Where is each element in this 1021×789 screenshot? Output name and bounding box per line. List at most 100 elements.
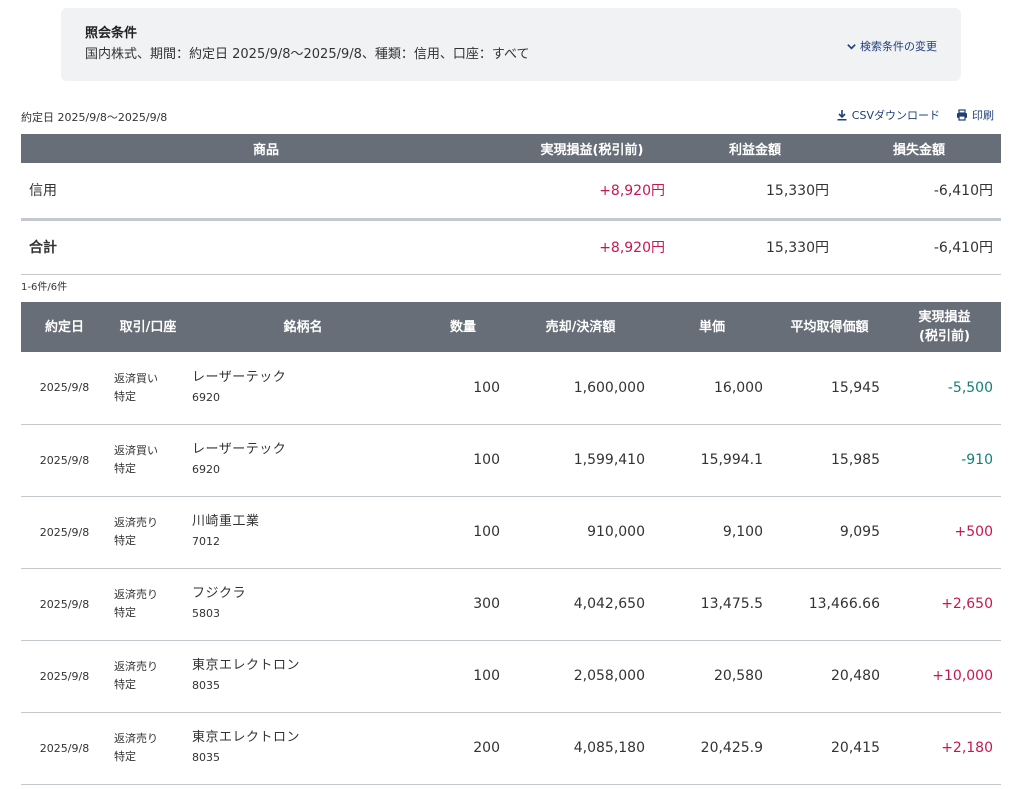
row-stock: レーザーテック 6920 [188,424,418,497]
row-account: 特定 [114,678,136,691]
change-condition-link[interactable]: 検索条件の変更 [846,38,937,54]
chevron-down-icon [847,43,856,50]
row-stock: フジクラ 5803 [188,568,418,641]
result-count: 1-6件/6件 [21,282,68,293]
row-trade-type: 返済売り [114,732,158,745]
row-stock-name: フジクラ [192,586,247,601]
row-amount: 2,058,000 [508,640,653,713]
header-stock: 銘柄名 [188,302,418,352]
row-avg: 15,945 [771,352,888,425]
row-trade-type: 返済買い [114,444,158,457]
row-date: 2025/9/8 [21,352,108,425]
summary-total-label: 合計 [21,219,511,275]
row-stock-name: レーザーテック [192,369,287,385]
row-account: 特定 [114,462,136,475]
row-stock: 東京エレクトロン 8035 [188,640,418,713]
row-pl: +500 [888,496,1001,569]
row-pl: -910 [888,424,1001,497]
summary-total-profit: 15,330円 [673,219,837,275]
print-button[interactable]: 印刷 [956,107,994,123]
table-row: 2025/9/8 返済売り 特定 川崎重工業 7012 100 910,000 9,… [21,496,1001,569]
row-trade-type: 返済売り [114,588,158,601]
row-price: 20,425.9 [653,712,771,785]
summary-header-product: 商品 [21,134,511,163]
detail-table: 約定日 取引/口座 銘柄名 数量 売却/決済額 単価 平均取得価額 実現損益 (… [21,302,1001,785]
row-pl: -5,500 [888,352,1001,425]
row-avg: 15,985 [771,424,888,497]
row-amount: 1,599,410 [508,424,653,497]
row-trade: 返済売り 特定 [108,496,188,569]
header-date: 約定日 [21,302,108,352]
row-stock-code: 6920 [192,463,220,476]
header-pl: 実現損益 (税引前) [888,302,1001,352]
header-pl-line1: 実現損益 [918,310,971,325]
row-stock-name: 東京エレクトロン [192,730,301,745]
summary-row-total: 合計 +8,920円 15,330円 -6,410円 [21,219,1001,275]
row-trade: 返済買い 特定 [108,424,188,497]
search-condition-panel: 照会条件 国内株式、期間：約定日 2025/9/8〜2025/9/8、種類：信用… [61,8,961,81]
header-price: 単価 [653,302,771,352]
row-stock-code: 8035 [192,751,220,764]
summary-total-pl: +8,920円 [511,219,673,275]
row-stock-code: 5803 [192,607,220,620]
row-price: 15,994.1 [653,424,771,497]
table-row: 2025/9/8 返済買い特定 レーザーテック 6920 100 1,599,41… [21,424,1001,497]
summary-header-profit: 利益金額 [673,134,837,163]
change-condition-label: 検索条件の変更 [860,40,937,53]
row-stock-name: レーザーテック [192,442,287,457]
toolbar: CSVダウンロード 印刷 [836,107,994,123]
header-avg: 平均取得価額 [771,302,888,352]
row-account: 特定 [114,750,136,763]
row-qty: 100 [418,352,508,425]
summary-header-loss: 損失金額 [837,134,1001,163]
row-account: 特定 [114,606,136,619]
row-avg: 13,466.66 [771,568,888,641]
row-qty: 100 [418,424,508,497]
header-pl-line2: (税引前) [919,329,970,344]
header-qty: 数量 [418,302,508,352]
condition-title: 照会条件 [85,26,138,41]
table-row: 2025/9/8 返済売り特定 東京エレクトロン 8035 200 4,085,1… [21,712,1001,785]
row-price: 16,000 [653,352,771,425]
csv-download-button[interactable]: CSVダウンロード [836,107,940,123]
row-stock-name: 東京エレクトロン [192,658,301,673]
row-trade: 返済買い 特定 [108,352,188,425]
header-amount: 売却/決済額 [508,302,653,352]
summary-total-loss: -6,410円 [837,219,1001,275]
row-stock-code: 8035 [192,679,220,692]
row-amount: 1,600,000 [508,352,653,425]
summary-header-pl: 実現損益(税引前) [511,134,673,163]
summary-profit-value: 15,330円 [673,163,837,221]
row-price: 9,100 [653,496,771,569]
detail-header-row: 約定日 取引/口座 銘柄名 数量 売却/決済額 単価 平均取得価額 実現損益 (… [21,302,1001,352]
row-avg: 20,415 [771,712,888,785]
row-qty: 200 [418,712,508,785]
row-avg: 20,480 [771,640,888,713]
row-date: 2025/9/8 [21,496,108,569]
detail-body: 2025/9/8 返済買い 特定 レーザーテック 6920 100 1,600,00… [21,352,1001,785]
row-date: 2025/9/8 [21,424,108,497]
summary-product-name: 信用 [21,163,511,221]
table-row: 2025/9/8 返済売り 特定 東京エレクトロン 8035 100 2,058,0… [21,640,1001,713]
row-trade: 返済売り 特定 [108,568,188,641]
row-trade: 返済売り 特定 [108,712,188,785]
row-qty: 300 [418,568,508,641]
row-stock-code: 7012 [192,535,220,548]
table-row: 2025/9/8 返済売り 特定 フジクラ 5803 300 4,042,650 1… [21,568,1001,641]
condition-text: 国内株式、期間：約定日 2025/9/8〜2025/9/8、種類：信用、口座：す… [85,47,530,62]
row-price: 13,475.5 [653,568,771,641]
summary-loss-value: -6,410円 [837,163,1001,221]
row-amount: 4,085,180 [508,712,653,785]
row-amount: 4,042,650 [508,568,653,641]
row-price: 20,580 [653,640,771,713]
row-account: 特定 [114,534,136,547]
download-icon [837,110,847,121]
row-date: 2025/9/8 [21,712,108,785]
row-trade-type: 返済売り [114,660,158,673]
row-date: 2025/9/8 [21,640,108,713]
row-pl: +2,180 [888,712,1001,785]
row-stock: レーザーテック 6920 [188,352,418,425]
print-label: 印刷 [972,109,994,122]
row-qty: 100 [418,496,508,569]
row-trade-type: 返済売り [114,516,158,529]
